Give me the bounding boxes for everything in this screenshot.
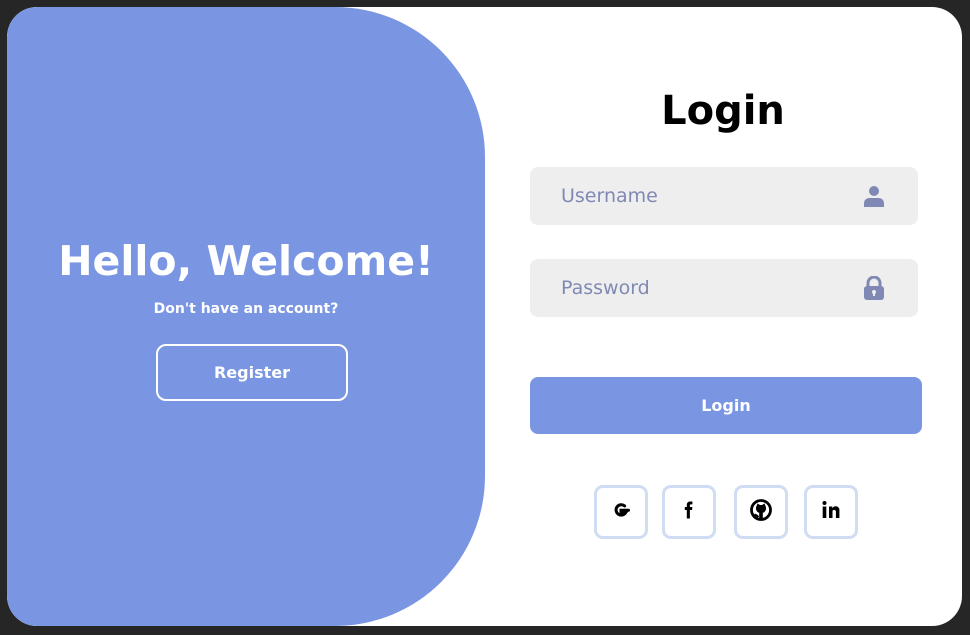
welcome-title: Hello, Welcome! — [58, 237, 434, 285]
google-login-button[interactable] — [594, 485, 648, 539]
facebook-login-button[interactable] — [662, 485, 716, 539]
username-field-box — [530, 167, 918, 225]
register-button[interactable]: Register — [156, 344, 348, 401]
github-login-button[interactable] — [734, 485, 788, 539]
login-button[interactable]: Login — [530, 377, 922, 434]
password-input[interactable] — [530, 259, 861, 317]
github-icon — [748, 497, 774, 527]
linkedin-icon — [818, 497, 844, 527]
google-icon — [608, 497, 634, 527]
linkedin-login-button[interactable] — [804, 485, 858, 539]
user-icon — [862, 184, 886, 208]
social-login-row — [7, 485, 962, 541]
facebook-icon — [676, 497, 702, 527]
welcome-subtitle: Don't have an account? — [153, 301, 339, 317]
password-field-box — [530, 259, 918, 317]
login-title: Login — [661, 88, 785, 134]
auth-card: Hello, Welcome! Don't have an account? R… — [7, 7, 962, 626]
username-input[interactable] — [530, 167, 861, 225]
lock-icon — [862, 275, 886, 300]
